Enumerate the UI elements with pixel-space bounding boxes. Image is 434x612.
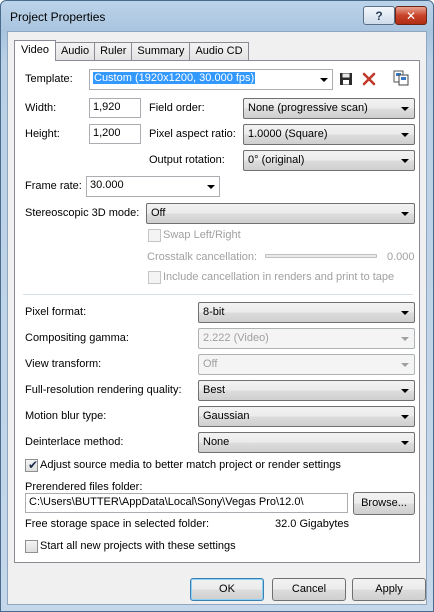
- pixel-aspect-select[interactable]: 1.0000 (Square): [243, 124, 415, 145]
- tab-ruler[interactable]: Ruler: [94, 42, 133, 60]
- frame-rate-label: Frame rate:: [25, 180, 82, 192]
- chevron-down-icon: [401, 337, 409, 341]
- tab-strip: Video Audio Ruler Summary Audio CD: [14, 40, 249, 61]
- help-icon: ?: [375, 8, 383, 23]
- deinterlace-select[interactable]: None: [198, 432, 415, 453]
- stereo-3d-value: Off: [151, 207, 166, 219]
- pixel-format-label: Pixel format:: [25, 306, 87, 318]
- chevron-down-icon: [401, 415, 409, 419]
- cancel-button[interactable]: Cancel: [272, 578, 346, 601]
- template-combo[interactable]: Custom (1920x1200, 30.000 fps): [89, 69, 333, 90]
- render-quality-label: Full-resolution rendering quality:: [25, 384, 182, 396]
- tab-audio[interactable]: Audio: [54, 42, 96, 60]
- motion-blur-select[interactable]: Gaussian: [198, 406, 415, 427]
- tab-summary[interactable]: Summary: [131, 42, 191, 60]
- deinterlace-value: None: [203, 436, 230, 448]
- help-button[interactable]: ?: [363, 6, 395, 25]
- swap-lr-label: Swap Left/Right: [163, 229, 241, 241]
- stereo-3d-label: Stereoscopic 3D mode:: [25, 207, 140, 219]
- checkmark-icon: ✔: [28, 458, 39, 472]
- pixel-aspect-value: 1.0000 (Square): [248, 128, 328, 140]
- deinterlace-label: Deinterlace method:: [25, 436, 124, 448]
- compositing-gamma-select[interactable]: 2.222 (Video): [198, 328, 415, 349]
- save-icon: [340, 73, 352, 85]
- delete-icon: [362, 72, 376, 86]
- title-bar[interactable]: Project Properties ? ✕: [1, 1, 433, 29]
- crosstalk-value: 0.000: [387, 251, 415, 263]
- motion-blur-value: Gaussian: [203, 410, 250, 422]
- chevron-down-icon: [401, 107, 409, 111]
- width-input[interactable]: 1,920: [89, 98, 141, 118]
- apply-button[interactable]: Apply: [352, 578, 426, 601]
- chevron-down-icon: [401, 441, 409, 445]
- match-media-button[interactable]: [392, 69, 410, 87]
- storage-value: 32.0 Gigabytes: [275, 518, 349, 530]
- ok-button[interactable]: OK: [190, 578, 264, 601]
- compositing-gamma-value: 2.222 (Video): [203, 332, 269, 344]
- render-quality-select[interactable]: Best: [198, 380, 415, 401]
- output-rotation-label: Output rotation:: [149, 154, 225, 166]
- motion-blur-label: Motion blur type:: [25, 410, 107, 422]
- video-tab-panel-lower: C:\Users\BUTTER\AppData\Local\Sony\Vegas…: [14, 492, 420, 563]
- close-icon: ✕: [405, 8, 417, 23]
- stereo-3d-select[interactable]: Off: [146, 203, 415, 224]
- include-cancellation-label: Include cancellation in renders and prin…: [163, 271, 395, 283]
- tab-video[interactable]: Video: [14, 40, 56, 61]
- chevron-down-icon[interactable]: [320, 78, 328, 82]
- dialog-client: Video Audio Ruler Summary Audio CD Templ…: [7, 31, 427, 605]
- field-order-label: Field order:: [149, 102, 205, 114]
- window-title: Project Properties: [10, 10, 106, 24]
- start-all-label: Start all new projects with these settin…: [40, 540, 236, 552]
- chevron-down-icon: [401, 389, 409, 393]
- chevron-down-icon: [401, 133, 409, 137]
- video-tab-panel: Template: Custom (1920x1200, 30.000 fps)…: [14, 60, 420, 508]
- pixel-format-value: 8-bit: [203, 306, 225, 318]
- frame-rate-combo[interactable]: 30.000: [86, 176, 220, 197]
- template-label: Template:: [25, 73, 73, 85]
- width-label: Width:: [25, 102, 57, 114]
- tab-audio-cd[interactable]: Audio CD: [189, 42, 249, 60]
- field-order-select[interactable]: None (progressive scan): [243, 98, 415, 119]
- view-transform-value: Off: [203, 358, 218, 370]
- output-rotation-value: 0° (original): [248, 154, 305, 166]
- crosstalk-slider[interactable]: [265, 254, 377, 258]
- project-properties-window: Project Properties ? ✕ Video Audio Ruler…: [0, 0, 434, 612]
- save-template-button[interactable]: [337, 70, 355, 88]
- height-input[interactable]: 1,200: [89, 124, 141, 144]
- adjust-source-checkbox[interactable]: ✔: [25, 458, 39, 472]
- section-divider: [23, 294, 413, 295]
- template-value: Custom (1920x1200, 30.000 fps): [93, 72, 256, 84]
- prerendered-folder-input[interactable]: C:\Users\BUTTER\AppData\Local\Sony\Vegas…: [25, 493, 348, 513]
- start-all-checkbox[interactable]: [25, 540, 38, 553]
- frame-rate-value: 30.000: [90, 179, 124, 191]
- compositing-gamma-label: Compositing gamma:: [25, 332, 129, 344]
- adjust-source-label: Adjust source media to better match proj…: [40, 459, 341, 471]
- view-transform-label: View transform:: [25, 358, 102, 370]
- close-button[interactable]: ✕: [395, 6, 427, 25]
- include-cancellation-checkbox[interactable]: [148, 271, 161, 284]
- delete-template-button[interactable]: [360, 70, 378, 88]
- storage-label: Free storage space in selected folder:: [25, 518, 210, 530]
- crosstalk-label: Crosstalk cancellation:: [147, 251, 258, 263]
- output-rotation-select[interactable]: 0° (original): [243, 150, 415, 171]
- pixel-format-select[interactable]: 8-bit: [198, 302, 415, 323]
- height-label: Height:: [25, 128, 60, 140]
- view-transform-select[interactable]: Off: [198, 354, 415, 375]
- chevron-down-icon: [401, 212, 409, 216]
- match-media-icon: [393, 70, 409, 86]
- prerendered-label: Prerendered files folder:: [25, 481, 143, 493]
- browse-button[interactable]: Browse...: [353, 492, 415, 515]
- chevron-down-icon[interactable]: [207, 185, 215, 189]
- render-quality-value: Best: [203, 384, 226, 396]
- field-order-value: None (progressive scan): [248, 102, 368, 114]
- pixel-aspect-label: Pixel aspect ratio:: [149, 128, 236, 140]
- chevron-down-icon: [401, 159, 409, 163]
- chevron-down-icon: [401, 311, 409, 315]
- swap-lr-checkbox[interactable]: [148, 229, 161, 242]
- chevron-down-icon: [401, 363, 409, 367]
